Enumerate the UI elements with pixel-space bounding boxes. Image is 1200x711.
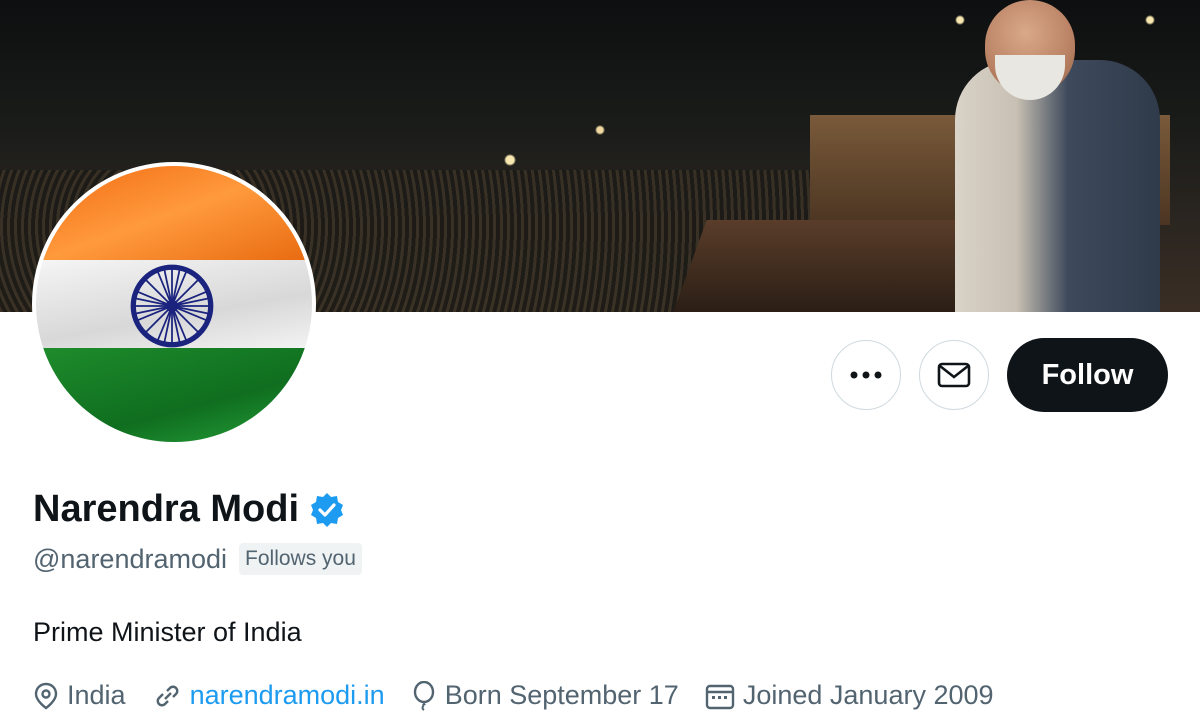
profile-birthday: Born September 17 <box>411 680 679 711</box>
banner-figure-body <box>955 60 1160 312</box>
location-pin-icon <box>34 682 58 709</box>
joined-text: Joined January 2009 <box>742 680 994 710</box>
profile-joined: Joined January 2009 <box>705 680 994 711</box>
birthday-text: Born September 17 <box>444 680 679 710</box>
more-button[interactable] <box>831 340 901 410</box>
verified-badge-icon <box>311 492 344 527</box>
profile-location: India <box>33 680 126 711</box>
profile-display-name: Narendra Modi <box>33 488 300 530</box>
profile-actions: Follow <box>0 337 1200 413</box>
profile-bio: Prime Minister of India <box>33 617 302 647</box>
website-link[interactable]: narendramodi.in <box>190 680 385 711</box>
flag-saffron-band <box>36 166 312 260</box>
link-icon <box>156 685 178 706</box>
more-dots-icon <box>850 371 882 379</box>
follows-you-badge: Follows you <box>239 543 362 575</box>
location-text: India <box>67 680 126 710</box>
profile-meta-row: India narendramodi.in Born September 17 … <box>33 680 1020 711</box>
envelope-icon <box>937 362 971 388</box>
balloon-icon <box>413 680 434 711</box>
calendar-icon <box>705 684 735 709</box>
profile-handle-row: @narendramodi Follows you <box>33 543 362 575</box>
message-button[interactable] <box>919 340 989 410</box>
follow-button[interactable]: Follow <box>1007 338 1168 412</box>
profile-website[interactable]: narendramodi.in <box>152 680 385 711</box>
profile-handle: @narendramodi <box>33 543 228 574</box>
profile-name-row: Narendra Modi <box>33 488 345 531</box>
